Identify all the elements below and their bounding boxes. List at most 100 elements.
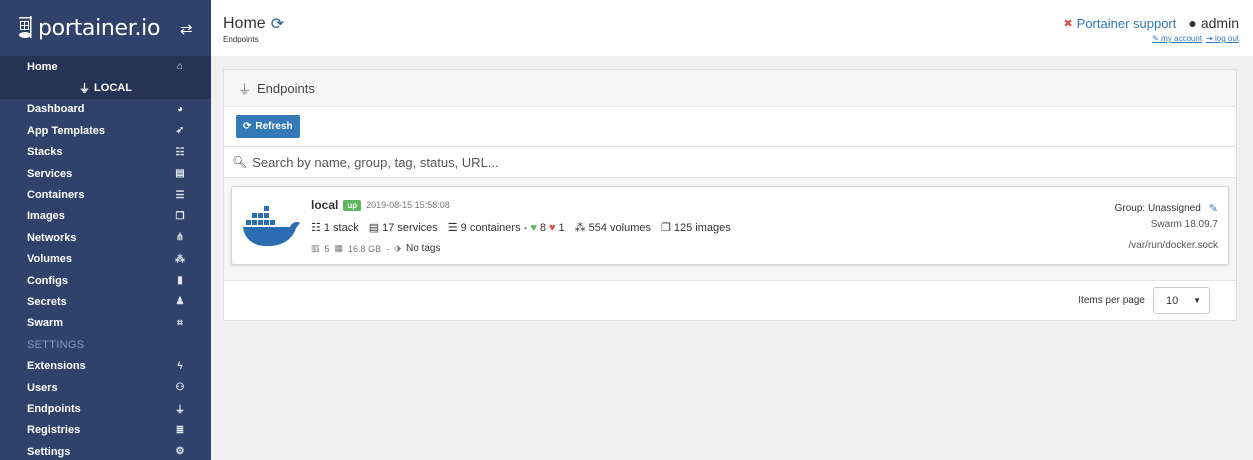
- users-icon: ⚇: [175, 382, 185, 394]
- sidebar-item-label: Swarm: [27, 317, 64, 330]
- sidebar-item-label: App Templates: [27, 124, 106, 137]
- sidebar-item-label: Images: [27, 210, 65, 223]
- sidebar-item-label: Configs: [27, 274, 68, 287]
- volumes-count: 554 volumes: [588, 221, 651, 234]
- endpoint-group: Group: Unassigned ✎: [1115, 198, 1218, 219]
- healthy-count: 8: [539, 221, 546, 234]
- images-count: 125 images: [673, 221, 731, 234]
- plug-icon: ⏚: [238, 81, 252, 97]
- user-area: ✖ Portainer support ● admin ✎ my account…: [1063, 15, 1239, 43]
- page-header: Home ⟳ Endpoints ✖ Portainer support ● a…: [211, 0, 1253, 56]
- refresh-button[interactable]: ⟳ Refresh: [236, 115, 300, 138]
- sidebar-item-networks[interactable]: Networks ⋔: [0, 227, 211, 248]
- search-input[interactable]: [252, 154, 1153, 170]
- clone-icon: ❐: [175, 210, 185, 222]
- unhealthy-count: 1: [558, 221, 565, 234]
- services-stat: ▤ 17 services: [369, 221, 438, 235]
- search-icon: 🔍︎: [232, 155, 248, 169]
- panel-header: ⏚ Endpoints: [224, 70, 1236, 107]
- tags-label: No tags: [406, 243, 441, 254]
- sidebar-item-registries[interactable]: Registries ≣: [0, 420, 211, 441]
- heartbeat-healthy-icon: ♥: [530, 221, 537, 234]
- endpoint-name: local: [311, 198, 339, 212]
- sidebar-item-secrets[interactable]: Secrets ♟: [0, 291, 211, 312]
- memory-size: 16.8 GB: [348, 243, 382, 254]
- list-alt-icon: ▤: [175, 168, 185, 180]
- sidebar-item-dashboard[interactable]: Dashboard ◕: [0, 99, 211, 120]
- sidebar-item-label: Dashboard: [27, 103, 85, 116]
- support-label: Portainer support: [1076, 15, 1177, 31]
- sidebar-item-extensions[interactable]: Extensions ϟ: [0, 355, 211, 376]
- portainer-crane-icon: [19, 16, 32, 38]
- clone-icon: ❐: [661, 222, 671, 234]
- th-list-icon: ☷: [311, 222, 321, 234]
- tags-icon: ⬗: [394, 243, 401, 253]
- plug-icon: ⏚: [79, 83, 91, 96]
- sidebar-item-label: Stacks: [27, 146, 63, 159]
- sitemap-icon: ⋔: [175, 232, 185, 244]
- object-group-icon: ⌗: [177, 317, 183, 329]
- sidebar-item-stacks[interactable]: Stacks ☷: [0, 142, 211, 163]
- sidebar-item-configs[interactable]: Configs ▮: [0, 270, 211, 291]
- stacks-stat: ☷ 1 stack: [311, 221, 359, 235]
- sidebar-item-app-templates[interactable]: App Templates ➶: [0, 120, 211, 141]
- endpoint-title-row: local up 2019-08-15 15:58:08: [311, 198, 450, 212]
- sidebar-item-swarm[interactable]: Swarm ⌗: [0, 313, 211, 334]
- items-per-page-select[interactable]: 10 ▼: [1153, 287, 1210, 314]
- docker-whale-icon: [243, 206, 300, 247]
- sidebar-item-endpoints[interactable]: Endpoints ⏚: [0, 398, 211, 419]
- endpoint-group-label: Group: Unassigned: [1114, 203, 1201, 214]
- edit-icon[interactable]: ✎: [1209, 202, 1218, 215]
- sidebar-item-users[interactable]: Users ⚇: [0, 377, 211, 398]
- log-out-label: log out: [1214, 34, 1239, 43]
- services-count: 17 services: [382, 221, 438, 234]
- chevron-down-icon: ▼: [1193, 296, 1201, 305]
- sidebar-item-images[interactable]: Images ❐: [0, 206, 211, 227]
- stacks-count: 1 stack: [323, 221, 359, 234]
- cubes-icon: ⁂: [574, 222, 586, 234]
- refresh-icon: ⟳: [243, 121, 252, 132]
- pagination-footer: Items per page 10 ▼: [224, 281, 1236, 320]
- sidebar-section-settings: SETTINGS: [27, 338, 85, 351]
- user-name: ● admin: [1188, 15, 1239, 31]
- database-icon: ≣: [175, 424, 185, 436]
- sidebar-item-containers[interactable]: Containers ☰: [0, 184, 211, 205]
- sidebar-item-settings[interactable]: Settings ⚙: [0, 441, 211, 460]
- th-list-icon: ☷: [175, 146, 185, 158]
- sidebar-toggle-icon[interactable]: ⇄: [180, 20, 193, 38]
- cpu-count: 5: [324, 243, 330, 254]
- endpoint-name-label: LOCAL: [94, 82, 132, 95]
- sidebar-item-home[interactable]: Home ⌂: [0, 56, 211, 78]
- heartbeat-unhealthy-icon: ♥: [548, 221, 556, 234]
- search-bar: 🔍︎: [224, 147, 1236, 178]
- sidebar-item-label: Home: [27, 60, 58, 73]
- my-account-link[interactable]: ✎ my account: [1152, 34, 1202, 43]
- breadcrumb: Endpoints: [223, 35, 259, 44]
- sidebar-item-volumes[interactable]: Volumes ⁂: [0, 249, 211, 270]
- sidebar-item-label: Users: [27, 381, 58, 394]
- sidebar-item-services[interactable]: Services ▤: [0, 163, 211, 184]
- refresh-icon[interactable]: ⟳: [271, 14, 284, 34]
- cogs-icon: ⚙: [175, 446, 185, 458]
- log-out-link[interactable]: ⇥ log out: [1206, 34, 1239, 43]
- support-link[interactable]: ✖ Portainer support: [1063, 16, 1176, 31]
- endpoint-meta: Group: Unassigned ✎ Swarm 18.09.7 /var/r…: [1115, 198, 1218, 261]
- sidebar-item-label: Networks: [27, 231, 77, 244]
- containers-stat: ☰ 9 containers - ♥ 8 ♥ 1: [448, 221, 565, 235]
- app-root: portainer.io ⇄ Home ⌂ ⏚ LOCAL Dashboard …: [0, 0, 1253, 460]
- sidebar-item-label: Volumes: [27, 253, 73, 266]
- sidebar-item-label: Registries: [27, 424, 81, 437]
- images-stat: ❐ 125 images: [661, 221, 731, 235]
- server-icon: ☰: [175, 189, 185, 201]
- sidebar-item-label: Endpoints: [27, 402, 81, 415]
- page-title-text: Home: [223, 15, 266, 32]
- endpoint-date: 2019-08-15 15:58:08: [366, 200, 450, 210]
- support-icon: ✖: [1063, 17, 1073, 30]
- sidebar: portainer.io ⇄ Home ⌂ ⏚ LOCAL Dashboard …: [0, 0, 211, 460]
- endpoint-card[interactable]: local up 2019-08-15 15:58:08 ☷ 1 stack ▤ 1…: [231, 186, 1229, 265]
- volumes-stat: ⁂ 554 volumes: [574, 221, 651, 235]
- sidebar-item-label: Extensions: [27, 360, 86, 373]
- memory-icon: ▦: [334, 243, 344, 253]
- endpoint-stats-row: ☷ 1 stack ▤ 17 services ☰ 9 containers - ♥…: [311, 221, 731, 235]
- sidebar-item-label: Services: [27, 167, 73, 180]
